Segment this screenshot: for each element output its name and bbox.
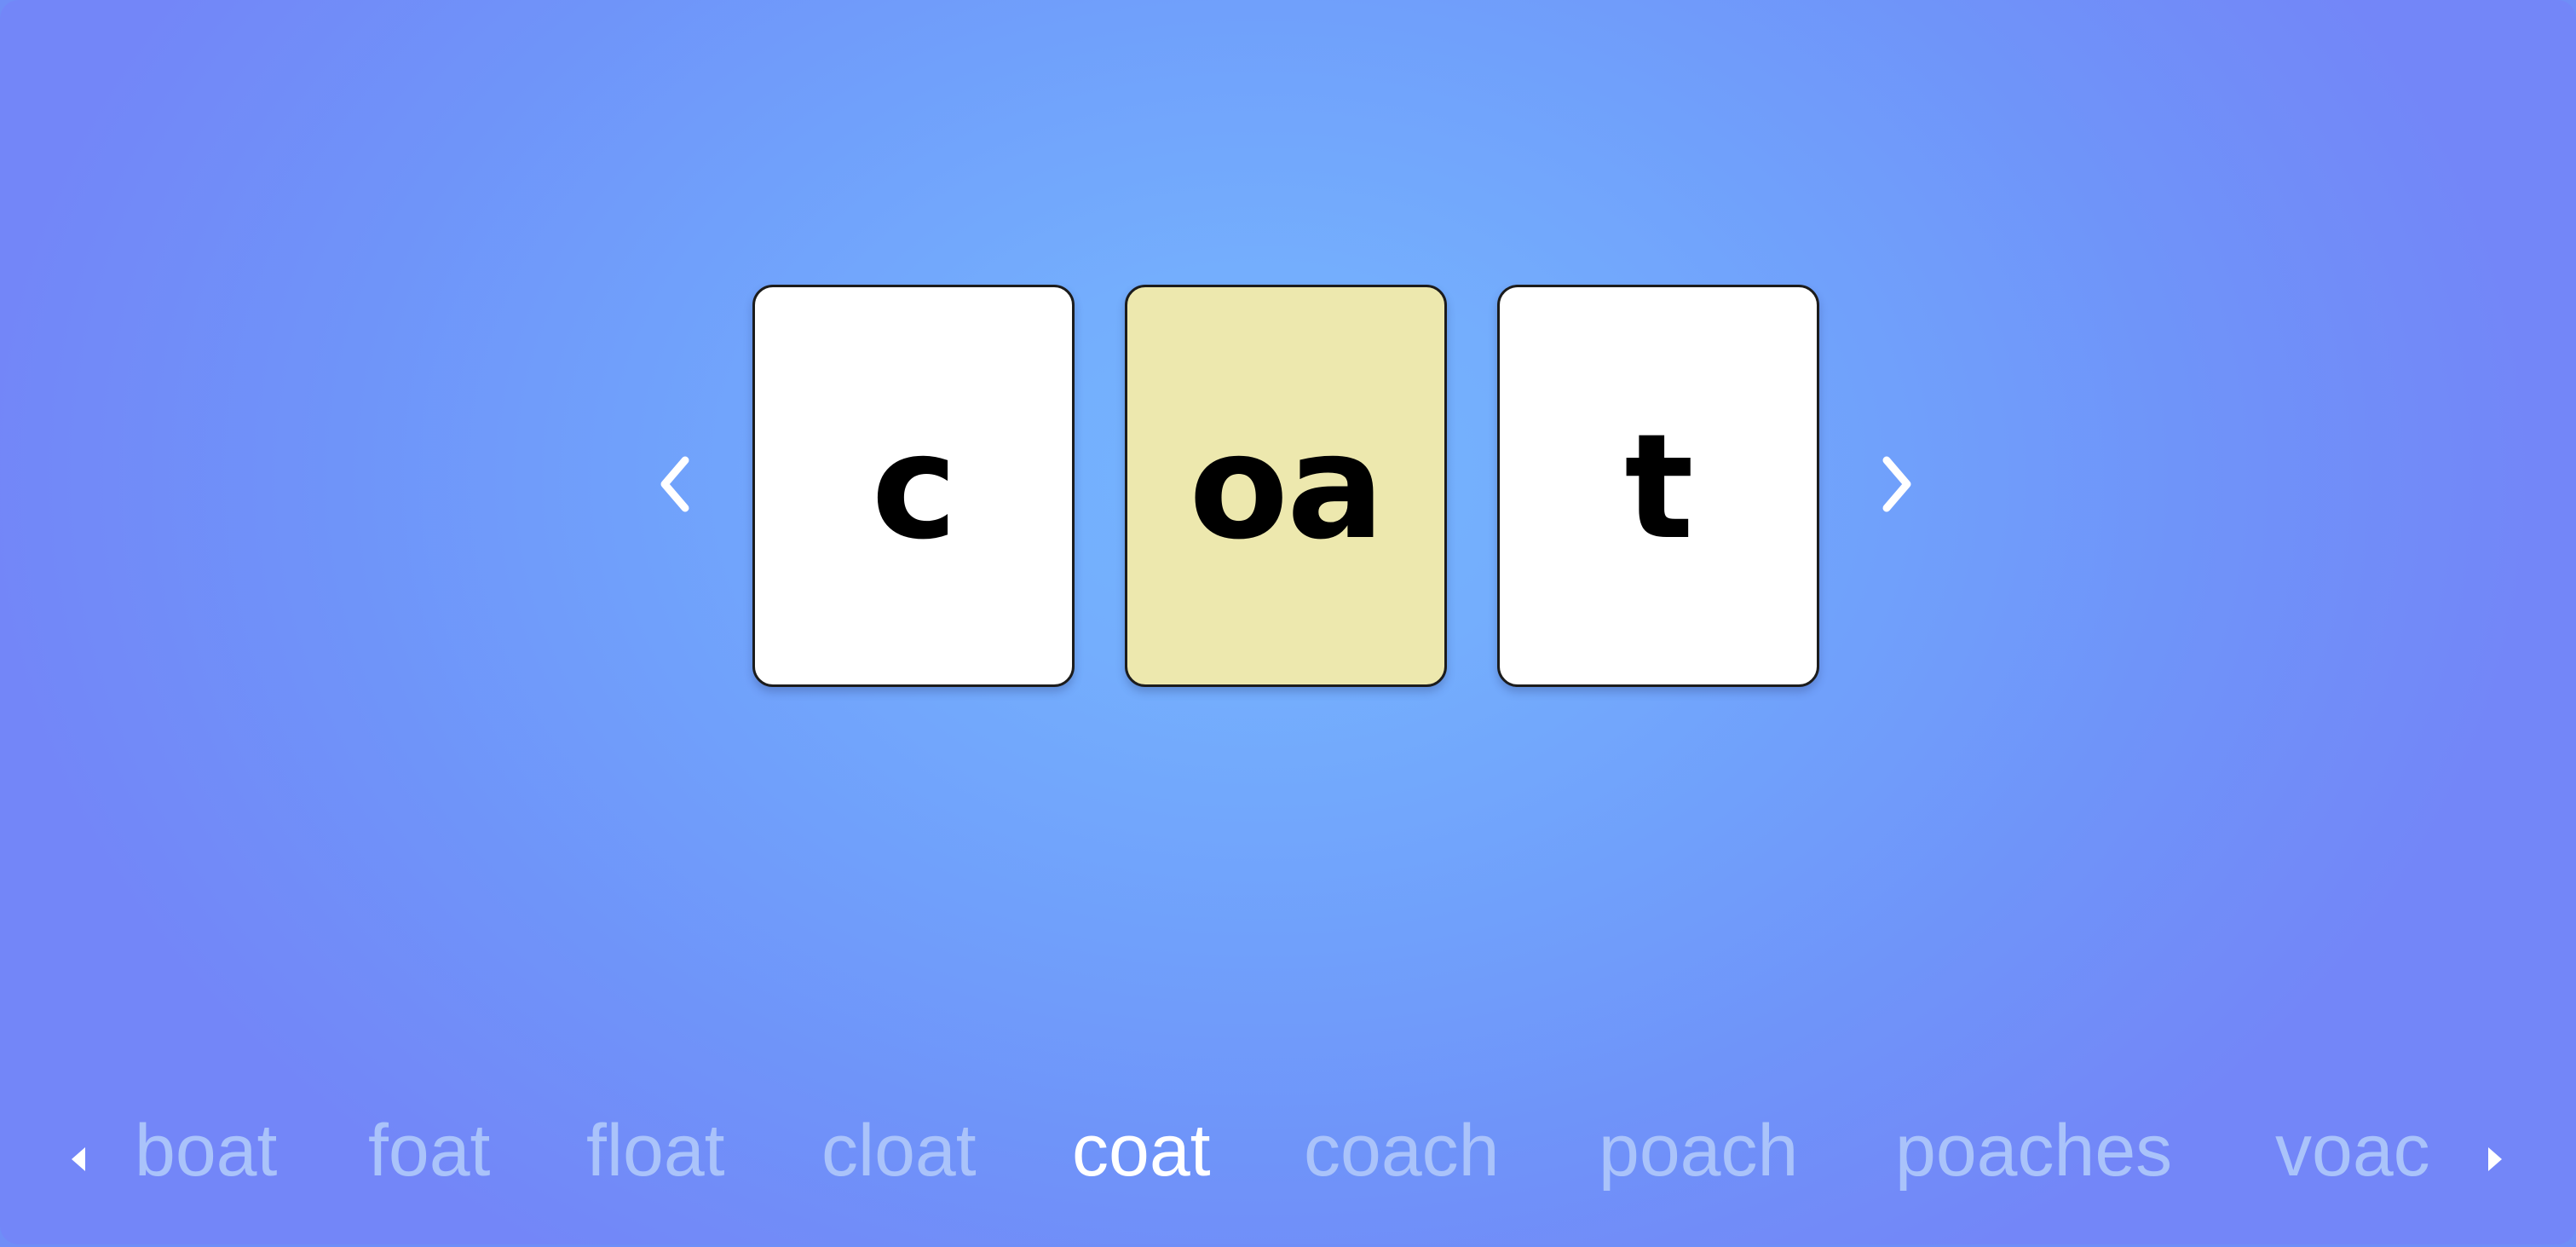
chevron-right-icon [1882,456,1911,512]
word-item[interactable]: poach [1599,1100,1798,1202]
word-strip: boat foat float cloat coat coach poach p… [0,1100,2576,1202]
word-strip-next-button[interactable] [2483,1142,2505,1176]
next-word-button[interactable] [1873,450,1921,518]
letter-card-3[interactable]: t [1497,285,1819,687]
word-item-active[interactable]: coat [1072,1100,1211,1202]
card-letter: c [871,403,958,572]
word-item[interactable]: float [586,1100,725,1202]
word-item[interactable]: boat [135,1100,277,1202]
word-item[interactable]: coach [1304,1100,1500,1202]
chevron-left-icon [660,456,689,512]
word-item[interactable]: poaches [1895,1100,2172,1202]
word-item[interactable]: voac [2275,1100,2430,1202]
letter-card-2-highlighted[interactable]: oa [1125,285,1447,687]
prev-word-button[interactable] [651,450,699,518]
card-letter: t [1624,403,1693,572]
flashcard-stage: c oa t boat foat float cloat coat coach … [0,0,2576,1244]
word-strip-overflow: voac [2275,1100,2439,1202]
triangle-right-icon [2488,1147,2502,1171]
letter-card-1[interactable]: c [752,285,1075,687]
word-item[interactable]: foat [368,1100,490,1202]
word-item[interactable]: cloat [821,1100,977,1202]
card-letter: oa [1189,403,1385,572]
